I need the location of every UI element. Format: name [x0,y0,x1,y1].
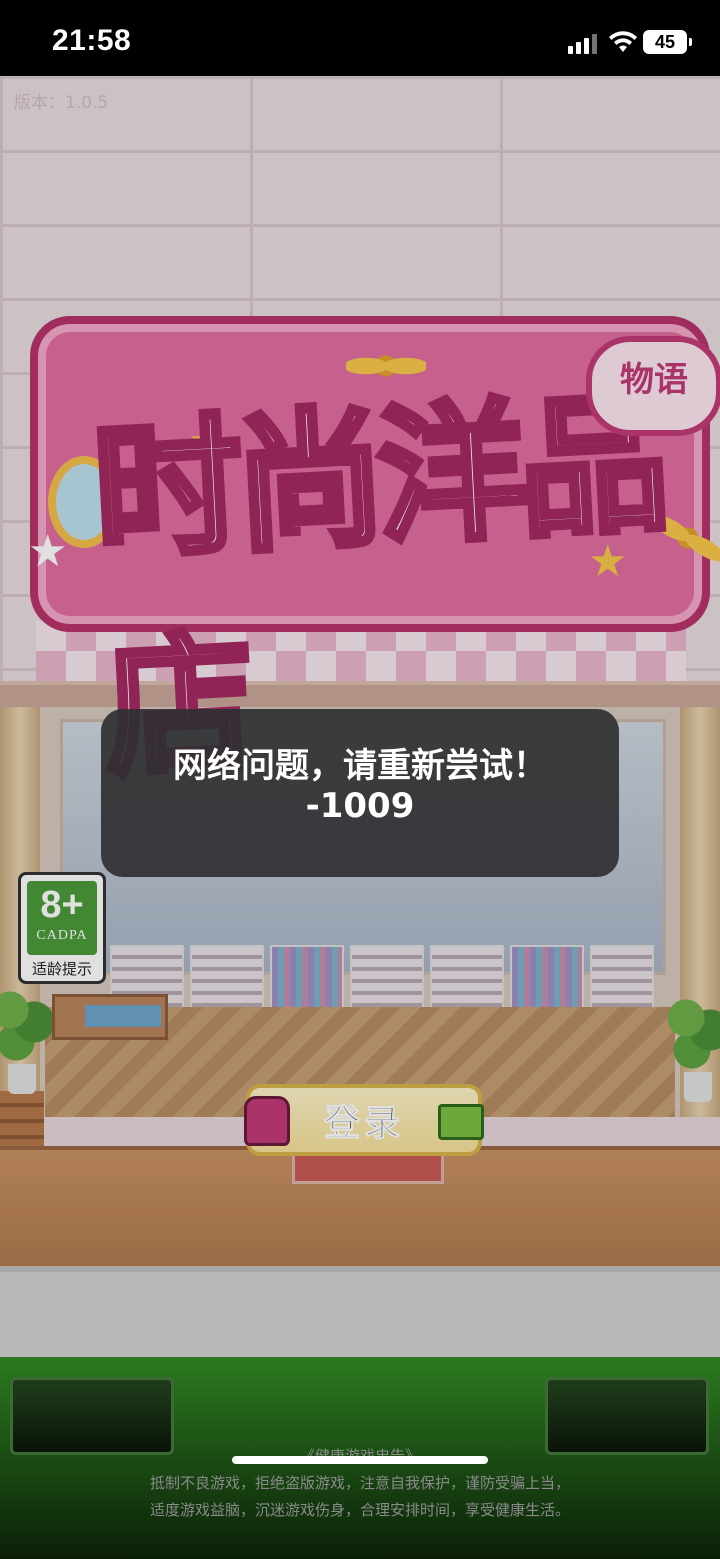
logo-badge: 物语 [586,336,720,436]
wifi-icon [609,31,637,52]
health-notice-line2: 适度游戏益脑，沉迷游戏伤身，合理安排时间，享受健康生活。 [149,1501,570,1519]
game-logo: ★ ★ ★ 时尚洋品店 物语 [8,296,720,801]
health-notice-line1: 抵制不良游戏，拒绝盗版游戏，注意自我保护，谨防受骗上当， [149,1474,570,1492]
battery-icon: 45 [643,30,692,54]
plant-left [0,986,52,1096]
shop-counter [52,994,168,1040]
backpack-icon [244,1096,290,1146]
plant-right [668,994,720,1104]
toast-error-code: -1009 [305,786,415,826]
entrance-mat [292,1152,444,1184]
bench [0,1091,44,1151]
toast-message: 网络问题，请重新尝试！ [173,746,547,786]
age-rating-tip: 适龄提示 [31,960,92,978]
star-icon: ★ [28,526,68,577]
cellular-signal-icon [568,34,600,54]
age-rating-age: 8+ [40,884,84,926]
home-indicator[interactable] [232,1456,488,1464]
status-bar: 21:58 45 [0,0,720,76]
basket-icon [438,1104,484,1140]
age-rating-box: 8+ CADPA [27,881,97,955]
status-time: 21:58 [52,24,132,57]
age-rating-badge[interactable]: 8+ CADPA 适龄提示 [18,872,106,984]
version-label: 版本：1.0.5 [14,93,109,113]
error-toast: 网络问题，请重新尝试！ -1009 [101,709,619,877]
street [0,1266,720,1367]
login-label: 登录 [323,1103,404,1145]
age-rating-org: CADPA [36,928,88,943]
login-button[interactable]: 登录 [244,1084,484,1156]
